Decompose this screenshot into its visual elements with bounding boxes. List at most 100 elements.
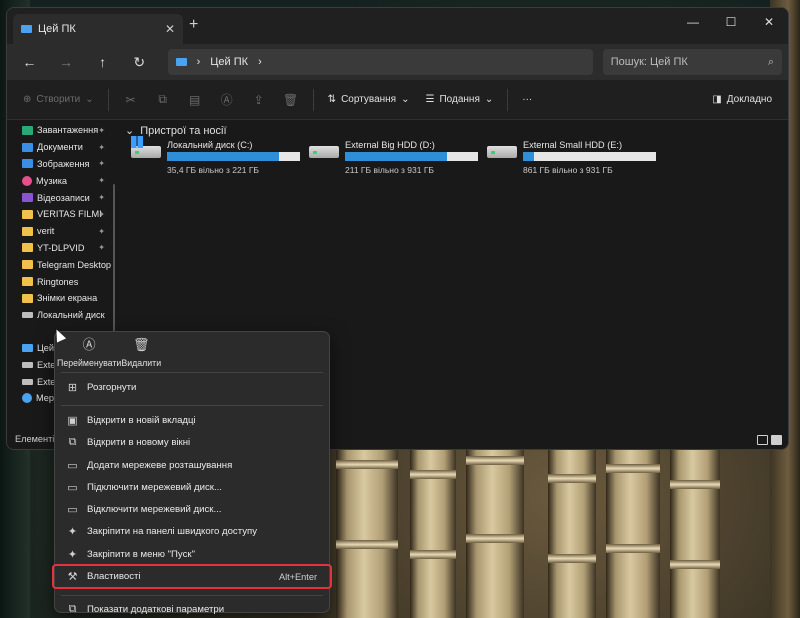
command-bar: ⊕ Створити ⌄ ✂ ⧉ ▤ Ⓐ ⇪ 🗑 ⇅ Сортування ⌄ …: [7, 80, 788, 120]
sidebar-item-label: Зображення: [37, 158, 90, 169]
menu-item-open-new-window[interactable]: ⧉ Відкрити в новому вікні: [55, 432, 329, 454]
back-button[interactable]: ←: [13, 48, 46, 76]
rename-button[interactable]: Ⓐ Перейменувати: [57, 332, 121, 372]
sidebar-item-downloads[interactable]: Завантаження ✦: [7, 122, 111, 139]
sidebar-item-yt-dlpvid[interactable]: YT-DLPVID ✦: [7, 240, 111, 257]
menu-divider: [61, 405, 323, 407]
sort-icon: ⇅: [327, 94, 337, 105]
drive-free-space: 861 ГБ вільно з 931 ГБ: [523, 165, 613, 175]
rename-icon[interactable]: Ⓐ: [213, 85, 241, 115]
pin-icon: ✦: [98, 243, 105, 253]
sidebar-item-ringtones[interactable]: Ringtones: [7, 273, 111, 290]
rename-label: Перейменувати: [57, 358, 122, 368]
chevron-down-icon: ⌄: [484, 94, 494, 105]
minimize-button[interactable]: —: [674, 8, 712, 36]
drive-card-c[interactable]: Локальний диск (C:) 35,4 ГБ вільно з 221…: [131, 136, 309, 176]
pin-icon: ✦: [98, 159, 105, 169]
sidebar-item-screenshots[interactable]: Знімки екрана: [7, 290, 111, 307]
pin-start-icon: ✦: [67, 548, 78, 561]
forward-button[interactable]: →: [50, 48, 83, 76]
menu-item-properties[interactable]: ⚒ Властивості Alt+Enter: [52, 564, 332, 589]
sidebar-item-local-disk[interactable]: Локальний диск: [7, 307, 111, 324]
drive-usage-bar: [345, 152, 478, 161]
sidebar-item-veritas-filmi[interactable]: VERITAS FILMI ✦: [7, 206, 111, 223]
sidebar-scrollbar[interactable]: [113, 184, 115, 334]
drive-icon: [22, 361, 33, 368]
more-options-button[interactable]: ···: [516, 85, 538, 115]
monitor-icon: [175, 58, 187, 66]
sidebar-item-verit[interactable]: verit ✦: [7, 223, 111, 240]
drive-name: Локальний диск (C:): [167, 140, 253, 150]
new-button-label: Створити: [36, 94, 81, 105]
tab-this-pc[interactable]: Цей ПК ✕: [13, 14, 183, 44]
cut-icon[interactable]: ✂: [117, 85, 145, 115]
folder-icon: [22, 293, 33, 303]
network-location-icon: ▭: [67, 459, 78, 472]
close-button[interactable]: ✕: [750, 8, 788, 36]
details-pane-button[interactable]: ◨ Докладно: [706, 85, 778, 115]
breadcrumb-this-pc[interactable]: Цей ПК: [210, 56, 248, 68]
new-window-icon: ⧉: [68, 436, 77, 449]
menu-item-label: Відключити мережевий диск...: [87, 504, 222, 516]
sidebar-item-music[interactable]: Музика ✦: [7, 172, 111, 189]
folder-icon: [22, 209, 33, 219]
menu-item-expand[interactable]: ⊞ Розгорнути: [55, 376, 329, 398]
sort-button[interactable]: ⇅ Сортування ⌄: [322, 85, 416, 115]
search-input[interactable]: Пошук: Цей ПК ⌕: [602, 49, 783, 75]
address-bar[interactable]: › Цей ПК ›: [167, 49, 593, 75]
view-icon: ☰: [425, 94, 435, 105]
divider: [312, 88, 314, 111]
menu-item-open-new-tab[interactable]: ▣ Відкрити в новій вкладці: [55, 409, 329, 431]
sidebar-item-label: VERITAS FILMI: [37, 209, 102, 220]
new-button[interactable]: ⊕ Створити ⌄: [17, 85, 100, 115]
pictures-icon: [22, 159, 33, 169]
drive-name: External Small HDD (E:): [523, 140, 623, 150]
drive-usage-bar: [523, 152, 656, 161]
menu-item-disconnect-network-drive[interactable]: ▭ Відключити мережевий диск...: [55, 498, 329, 520]
menu-item-map-network-drive[interactable]: ▭ Підключити мережевий диск...: [55, 476, 329, 498]
music-icon: [22, 175, 32, 186]
folder-icon: [22, 277, 33, 287]
sidebar-item-pictures[interactable]: Зображення ✦: [7, 156, 111, 173]
tiles-view-icon[interactable]: [771, 435, 782, 445]
drive-led: [313, 151, 317, 154]
search-icon: ⌕: [767, 55, 775, 68]
copy-icon[interactable]: ⧉: [149, 85, 177, 115]
menu-item-label: Закріпити на панелі швидкого доступу: [87, 526, 258, 538]
refresh-button[interactable]: ↻: [123, 48, 156, 76]
sidebar-item-label: Exte: [37, 359, 56, 370]
paste-icon[interactable]: ▤: [181, 85, 209, 115]
monitor-icon: [22, 343, 33, 352]
maximize-button[interactable]: ☐: [712, 8, 750, 36]
menu-item-label: Властивості: [87, 571, 141, 583]
expand-icon: ⊞: [67, 381, 78, 394]
sidebar-item-documents[interactable]: Документи ✦: [7, 139, 111, 156]
tab-close-icon[interactable]: ✕: [165, 22, 175, 36]
up-button[interactable]: ↑: [86, 48, 119, 76]
drive-usage-bar: [167, 152, 300, 161]
breadcrumb-chevron-icon[interactable]: ›: [258, 56, 262, 68]
details-view-icon[interactable]: [757, 435, 768, 445]
new-tab-button[interactable]: +: [189, 16, 198, 34]
menu-item-pin-start[interactable]: ✦ Закріпити в меню "Пуск": [55, 543, 329, 565]
delete-icon[interactable]: 🗑: [277, 85, 305, 115]
drive-card-d[interactable]: External Big HDD (D:) 211 ГБ вільно з 93…: [309, 140, 487, 176]
map-drive-icon: ▭: [67, 481, 78, 494]
sidebar-item-telegram-desktop[interactable]: Telegram Desktop: [7, 256, 111, 273]
drive-card-e[interactable]: External Small HDD (E:) 861 ГБ вільно з …: [487, 140, 665, 176]
folder-icon: [22, 260, 33, 270]
view-button[interactable]: ☰ Подання ⌄: [420, 85, 500, 115]
menu-item-add-network-location[interactable]: ▭ Додати мережеве розташування: [55, 454, 329, 476]
book-spine: [548, 430, 596, 618]
chevron-down-icon: ⌄: [85, 94, 94, 105]
sidebar-item-videos[interactable]: Відеозаписи ✦: [7, 189, 111, 206]
sidebar-item-label: Ringtones: [37, 276, 79, 287]
book-spine: [606, 430, 660, 618]
share-icon[interactable]: ⇪: [245, 85, 273, 115]
menu-item-pin-quick-access[interactable]: ✦ Закріпити на панелі швидкого доступу: [55, 521, 329, 543]
menu-item-show-more-options[interactable]: ⧉ Показати додаткові параметри: [55, 599, 329, 618]
sidebar-item-label: Документи: [37, 142, 83, 153]
menu-item-label: Розгорнути: [87, 381, 137, 393]
plus-circle-icon: ⊕: [23, 94, 32, 105]
delete-button[interactable]: 🗑 Видалити: [121, 332, 161, 372]
